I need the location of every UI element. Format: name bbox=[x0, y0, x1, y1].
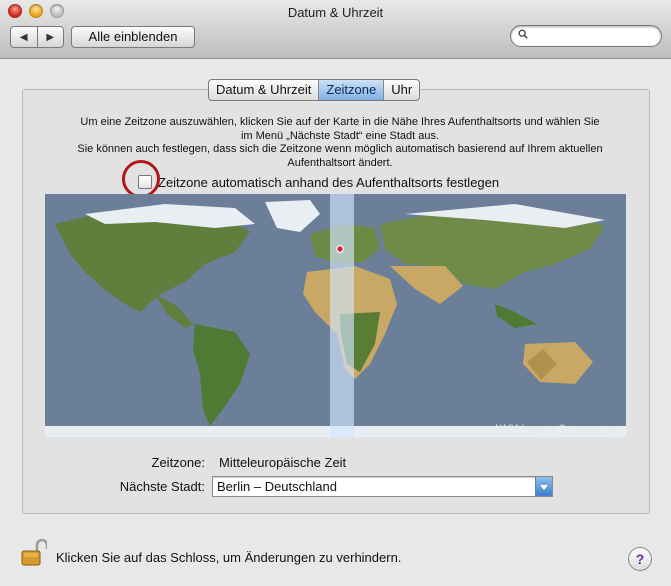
auto-timezone-row: Zeitzone automatisch anhand des Aufentha… bbox=[138, 174, 499, 190]
lock-icon[interactable] bbox=[21, 539, 47, 567]
timezone-highlight-band bbox=[330, 194, 354, 437]
lock-message: Klicken Sie auf das Schloss, um Änderung… bbox=[56, 550, 402, 565]
instructions-line: Sie können auch festlegen, dass sich die… bbox=[77, 143, 603, 155]
window-title: Datum & Uhrzeit bbox=[287, 5, 384, 20]
instructions-line: im Menü „Nächste Stadt“ eine Stadt aus. bbox=[240, 129, 440, 142]
tab-date-time[interactable]: Datum & Uhrzeit bbox=[209, 80, 318, 100]
nearest-city-label: Nächste Stadt: bbox=[119, 479, 205, 494]
search-input[interactable] bbox=[510, 25, 662, 47]
location-marker-icon bbox=[336, 245, 344, 253]
world-map[interactable]: NASA Imagery, Geonames.org bbox=[45, 194, 626, 437]
back-button[interactable]: ◀ bbox=[11, 27, 38, 47]
nearest-city-select[interactable]: Berlin – Deutschland bbox=[212, 476, 553, 497]
show-all-button[interactable]: Alle einblenden bbox=[71, 26, 195, 48]
tab-clock[interactable]: Uhr bbox=[383, 80, 419, 100]
forward-button[interactable]: ▶ bbox=[38, 27, 64, 47]
instructions-line: Um eine Zeitzone auszuwählen, klicken Si… bbox=[80, 116, 600, 128]
search-icon bbox=[518, 29, 528, 39]
highlight-circle bbox=[122, 160, 160, 198]
nearest-city-value: Berlin – Deutschland bbox=[217, 479, 337, 494]
chevron-right-icon: ▶ bbox=[46, 31, 55, 43]
auto-timezone-label[interactable]: Zeitzone automatisch anhand des Aufentha… bbox=[158, 175, 499, 190]
back-forward-control: ◀ ▶ bbox=[10, 26, 64, 48]
map-attribution: NASA Imagery, Geonames.org bbox=[495, 423, 618, 433]
dropdown-arrow-icon bbox=[535, 477, 552, 496]
tab-timezone[interactable]: Zeitzone bbox=[318, 80, 384, 100]
help-button[interactable]: ? bbox=[628, 547, 652, 571]
tab-bar: Datum & Uhrzeit Zeitzone Uhr bbox=[208, 79, 421, 101]
window-titlebar: Datum & Uhrzeit ◀ ▶ Alle einblenden bbox=[0, 0, 671, 59]
timezone-label: Zeitzone: bbox=[151, 455, 205, 470]
chevron-left-icon: ◀ bbox=[19, 31, 28, 43]
timezone-value: Mitteleuropäische Zeit bbox=[219, 455, 347, 470]
help-icon: ? bbox=[635, 551, 645, 567]
